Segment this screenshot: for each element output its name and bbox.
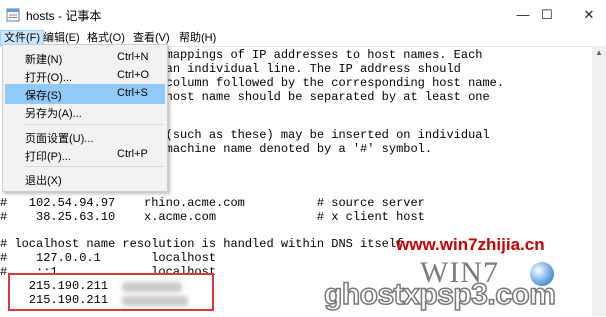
watermark-site: ghostxpsp3.com xyxy=(323,277,556,312)
menu-item-print[interactable]: 打印(P)... Ctrl+P xyxy=(5,145,165,165)
notepad-window: hosts - 记事本 — ☐ ✕ 文件(F) 编辑(E) 格式(O) 查看(V… xyxy=(0,0,606,317)
menu-item-label: 打印(P)... xyxy=(25,151,71,163)
menu-item-label: 保存(S) xyxy=(25,90,62,102)
menu-item-shortcut: Ctrl+P xyxy=(117,148,148,160)
menu-item-label: 页面设置(U)... xyxy=(25,133,94,145)
menu-item-label: 退出(X) xyxy=(25,175,62,187)
scroll-up-arrow-icon[interactable]: ▲ xyxy=(592,46,606,60)
menu-item-label: 打开(O)... xyxy=(25,72,73,84)
close-button[interactable]: ✕ xyxy=(566,0,606,30)
menu-item-shortcut: Ctrl+N xyxy=(117,51,149,63)
editor-line: # 127.0.0.1 localhost xyxy=(0,251,217,265)
menu-separator xyxy=(25,124,163,125)
menu-item-open[interactable]: 打开(O)... Ctrl+O xyxy=(5,66,165,86)
menu-item-save-as[interactable]: 另存为(A)... xyxy=(5,102,165,122)
watermark-url: www.win7zhijia.cn xyxy=(396,235,545,254)
menu-help[interactable]: 帮助(H) xyxy=(176,30,219,46)
title-bar: hosts - 记事本 — ☐ ✕ xyxy=(0,0,606,30)
editor-line: # localhost name resolution is handled w… xyxy=(0,237,411,251)
menu-item-new[interactable]: 新建(N) Ctrl+N xyxy=(5,48,165,68)
highlight-box xyxy=(8,273,214,311)
menu-item-shortcut: Ctrl+O xyxy=(117,69,150,81)
menu-item-shortcut: Ctrl+S xyxy=(117,87,148,99)
menu-item-label: 另存为(A)... xyxy=(25,108,82,120)
notepad-app-icon xyxy=(6,8,20,22)
menu-item-exit[interactable]: 退出(X) xyxy=(5,169,165,189)
window-title: hosts - 记事本 xyxy=(26,9,102,23)
editor-line: # 102.54.94.97 rhino.acme.com # source s… xyxy=(0,196,425,210)
editor-line: # 38.25.63.10 x.acme.com # x client host xyxy=(0,210,425,224)
vertical-scrollbar[interactable]: ▲ xyxy=(592,46,606,316)
maximize-button[interactable]: ☐ xyxy=(524,0,570,30)
menu-item-save[interactable]: 保存(S) Ctrl+S xyxy=(5,84,165,104)
file-menu-dropdown: 新建(N) Ctrl+N 打开(O)... Ctrl+O 保存(S) Ctrl+… xyxy=(2,44,168,192)
menu-item-label: 新建(N) xyxy=(25,54,63,66)
menu-separator xyxy=(25,166,163,167)
menu-item-page-setup[interactable]: 页面设置(U)... xyxy=(5,127,165,147)
